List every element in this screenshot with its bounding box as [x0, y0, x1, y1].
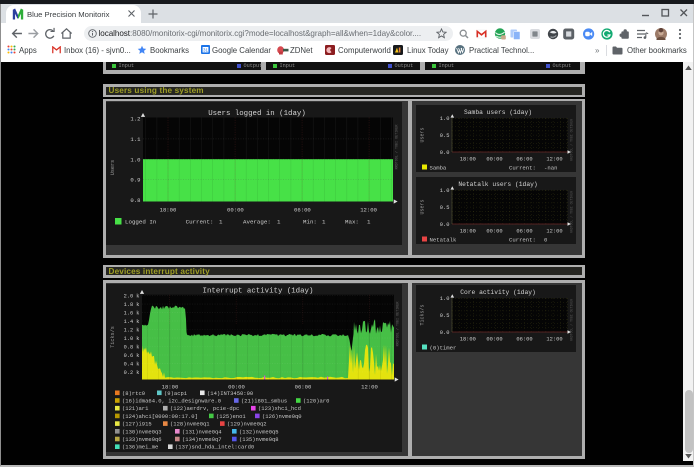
svg-text:(130)nvme0q3: (130)nvme0q3	[122, 428, 162, 435]
svg-text:1.1: 1.1	[130, 136, 141, 143]
svg-text:RRDTOOL / TOBI OETIKER: RRDTOOL / TOBI OETIKER	[569, 119, 573, 161]
svg-text:(135)nvme0q8: (135)nvme0q8	[239, 436, 279, 443]
svg-text:Current:: Current:	[509, 164, 536, 171]
svg-text:18:00: 18:00	[459, 336, 475, 342]
svg-text:2.0 k: 2.0 k	[124, 293, 140, 299]
svg-text:1.0: 1.0	[439, 116, 449, 122]
svg-text:(123)xhci_hcd: (123)xhci_hcd	[258, 405, 301, 412]
svg-text:(131)nvme0q4: (131)nvme0q4	[182, 428, 222, 435]
svg-text:Users: Users	[419, 127, 425, 142]
svg-text:0.0: 0.0	[439, 150, 449, 156]
svg-text:00:00: 00:00	[486, 228, 502, 234]
svg-text:Min:: Min:	[303, 219, 317, 226]
svg-text:00:00: 00:00	[486, 156, 502, 162]
svg-text:(9)acpi: (9)acpi	[164, 390, 188, 397]
svg-text:0.8 k: 0.8 k	[124, 344, 140, 350]
svg-text:(129)nvme0q2: (129)nvme0q2	[227, 420, 267, 427]
svg-text:18:00: 18:00	[459, 156, 475, 162]
svg-text:0.5: 0.5	[439, 205, 449, 211]
svg-text:Average:: Average:	[243, 219, 271, 226]
svg-text:(14)INT3450:00: (14)INT3450:00	[207, 390, 253, 397]
svg-text:(136)mei_me: (136)mei_me	[122, 443, 158, 450]
svg-text:(125)eno1: (125)eno1	[216, 413, 246, 420]
svg-text:(120)ar0: (120)ar0	[303, 397, 329, 404]
svg-text:12:00: 12:00	[546, 336, 562, 342]
svg-text:(8)rtc0: (8)rtc0	[122, 390, 145, 397]
svg-text:06:00: 06:00	[295, 383, 312, 390]
svg-text:(121)ar1: (121)ar1	[122, 405, 149, 412]
svg-text:Netatalk users (1day): Netatalk users (1day)	[458, 181, 537, 188]
svg-text:12:00: 12:00	[546, 228, 562, 234]
svg-text:Users: Users	[110, 160, 116, 176]
svg-text:00:00: 00:00	[486, 336, 502, 342]
svg-text:Logged In: Logged In	[125, 219, 156, 226]
svg-text:06:00: 06:00	[516, 228, 532, 234]
svg-text:0.5: 0.5	[439, 313, 449, 319]
svg-text:Interrupt activity (1day): Interrupt activity (1day)	[203, 287, 314, 295]
svg-text:0.6 k: 0.6 k	[124, 353, 140, 359]
svg-text:1: 1	[367, 219, 371, 226]
svg-text:31: 31	[203, 47, 209, 52]
svg-text:RRDTOOL / TOBI OETIKER: RRDTOOL / TOBI OETIKER	[569, 190, 573, 232]
svg-text:Users: Users	[419, 199, 425, 214]
svg-text:12:00: 12:00	[360, 207, 377, 214]
svg-text:0.4 k: 0.4 k	[124, 361, 140, 367]
svg-text:1.4 k: 1.4 k	[124, 319, 140, 325]
svg-text:(0)timer: (0)timer	[429, 344, 456, 351]
svg-text:1: 1	[322, 219, 326, 226]
svg-text:(127)i915: (127)i915	[122, 420, 152, 427]
svg-text:06:00: 06:00	[516, 156, 532, 162]
svg-text:Ticks/s: Ticks/s	[110, 326, 116, 348]
svg-text:Current:: Current:	[509, 236, 536, 243]
svg-text:(122)aerdrv, pcie-dpc: (122)aerdrv, pcie-dpc	[170, 405, 239, 412]
svg-text:(21)i801_smbus: (21)i801_smbus	[241, 397, 287, 404]
svg-text:(132)nvme0q5: (132)nvme0q5	[239, 428, 279, 435]
svg-text:1: 1	[219, 219, 223, 226]
svg-text:1.2: 1.2	[130, 116, 140, 123]
svg-text:1.0: 1.0	[439, 296, 449, 302]
svg-text:Users logged in (1day): Users logged in (1day)	[208, 110, 306, 118]
svg-text:(134)nvme0q7: (134)nvme0q7	[182, 436, 222, 443]
svg-text:0.0: 0.0	[439, 222, 449, 228]
svg-text:0.2 k: 0.2 k	[124, 370, 140, 376]
svg-text:Samba users (1day): Samba users (1day)	[463, 109, 531, 116]
svg-text:(124)ahci[0000:00:17.0]: (124)ahci[0000:00:17.0]	[122, 413, 198, 420]
svg-text:(126)nvme0q0: (126)nvme0q0	[262, 413, 302, 420]
svg-text:18:00: 18:00	[459, 228, 475, 234]
svg-text:(133)nvme0q6: (133)nvme0q6	[122, 436, 162, 443]
svg-text:RRDTOOL / TOBI OETIKER: RRDTOOL / TOBI OETIKER	[569, 299, 573, 341]
svg-text:18:00: 18:00	[160, 207, 177, 214]
svg-text:Samba: Samba	[429, 164, 446, 171]
svg-text:0.8: 0.8	[130, 197, 140, 204]
svg-text:12:00: 12:00	[361, 383, 378, 390]
svg-text:(16)idma64.0, i2c_designware.0: (16)idma64.0, i2c_designware.0	[122, 397, 221, 404]
svg-text:(137)snd_hda_intel:card0: (137)snd_hda_intel:card0	[175, 443, 254, 450]
svg-text:Ticks/s: Ticks/s	[419, 304, 425, 325]
svg-text:1.0: 1.0	[439, 188, 449, 194]
svg-text:0.5: 0.5	[439, 133, 449, 139]
svg-text:1.6 k: 1.6 k	[124, 310, 140, 316]
svg-text:1.0 k: 1.0 k	[124, 336, 140, 342]
svg-text:06:00: 06:00	[294, 207, 311, 214]
svg-text:1.0: 1.0	[130, 156, 141, 163]
svg-text:Current:: Current:	[186, 219, 214, 226]
svg-text:0.9: 0.9	[130, 177, 140, 184]
svg-text:(128)nvme0q1: (128)nvme0q1	[170, 420, 210, 427]
svg-text:06:00: 06:00	[516, 336, 532, 342]
svg-text:-nan: -nan	[544, 164, 557, 171]
svg-text:1.8 k: 1.8 k	[124, 302, 140, 308]
svg-text:12:00: 12:00	[546, 156, 562, 162]
svg-text:0.0: 0.0	[439, 330, 449, 336]
svg-text:RRDTOOL / TOBI OETIKER: RRDTOOL / TOBI OETIKER	[395, 125, 400, 170]
svg-text:00:00: 00:00	[227, 207, 244, 214]
svg-text:1.2 k: 1.2 k	[124, 327, 140, 333]
svg-text:Max:: Max:	[345, 219, 359, 226]
svg-text:Core activity (1day): Core activity (1day)	[460, 289, 536, 296]
svg-text:Netatalk: Netatalk	[429, 236, 456, 243]
svg-text:RRDTOOL / TOBI OETIKER: RRDTOOL / TOBI OETIKER	[396, 301, 401, 346]
svg-text:1: 1	[277, 219, 281, 226]
